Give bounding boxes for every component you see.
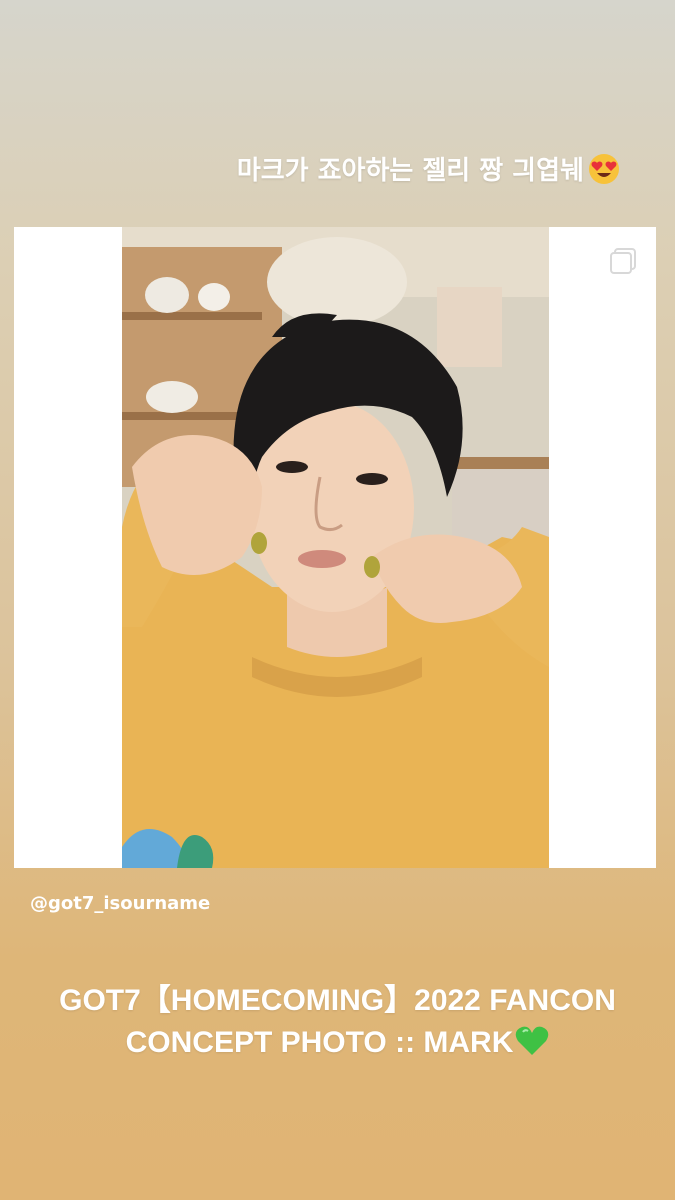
account-handle-link[interactable]: @got7_isourname: [30, 893, 210, 914]
caption-bottom-line-2-text: CONCEPT PHOTO :: MARK: [125, 1026, 514, 1059]
post-photo[interactable]: [122, 227, 549, 868]
caption-bottom-line-1: GOT7【HOMECOMING】2022 FANCON: [59, 984, 616, 1017]
heart-eyes-emoji: [589, 153, 619, 184]
caption-top-text: 마크가 죠아하는 젤리 짱 긔엽눼: [236, 156, 584, 186]
person-portrait-photo: [122, 227, 549, 868]
story-caption-bottom: GOT7【HOMECOMING】2022 FANCON CONCEPT PHOT…: [20, 980, 655, 1064]
caption-bottom-line-2: CONCEPT PHOTO :: MARK: [20, 1022, 655, 1064]
story-caption-top: 마크가 죠아하는 젤리 짱 긔엽눼: [237, 150, 620, 187]
shared-post-card[interactable]: [14, 227, 656, 868]
multi-photo-icon[interactable]: [610, 248, 636, 274]
green-heart-emoji: [516, 1026, 549, 1055]
story-view: 마크가 죠아하는 젤리 짱 긔엽눼 @got7_isourname GOT7【H…: [0, 0, 675, 1200]
